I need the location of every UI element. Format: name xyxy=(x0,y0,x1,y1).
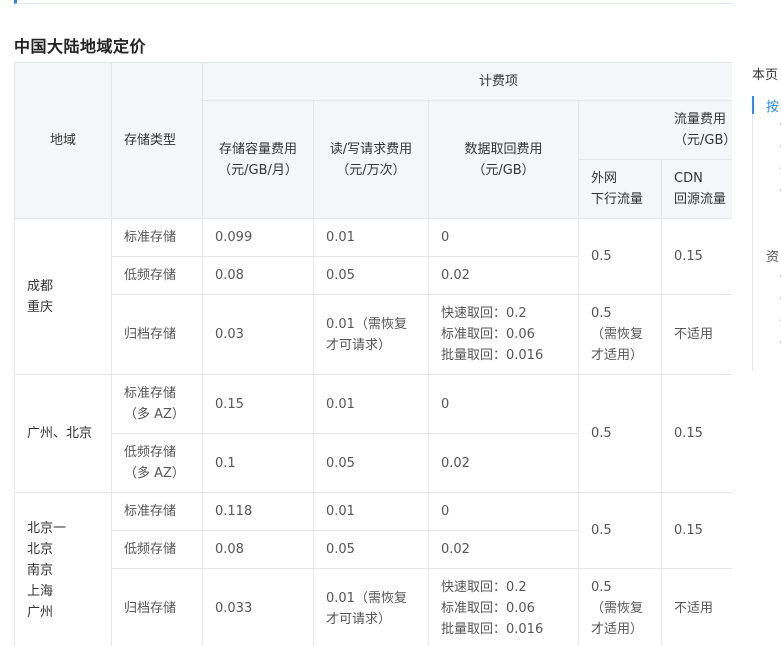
cell-request-fee: 0.05 xyxy=(313,256,429,295)
header-cdn-origin: CDN 回源流量 xyxy=(660,159,732,219)
cell-capacity-fee: 0.1 xyxy=(202,433,314,493)
cell-capacity-fee: 0.099 xyxy=(202,218,314,257)
header-storage-type: 存储类型 xyxy=(111,62,203,219)
info-note-bottom-edge xyxy=(14,0,732,4)
cell-request-fee: 0.01 xyxy=(313,492,429,531)
header-internet-out: 外网 下行流量 xyxy=(578,159,662,219)
cell-retrieval-fee: 快速取回：0.2 标准取回：0.06 批量取回：0.016 xyxy=(428,294,579,375)
cell-capacity-fee: 0.08 xyxy=(202,530,314,569)
cell-retrieval-fee: 0 xyxy=(428,492,579,531)
cell-request-fee: 0.01（需恢复 才可请求） xyxy=(313,568,429,646)
header-request-fee: 读/写请求费用 （元/万次） xyxy=(313,100,429,219)
cell-request-fee: 0.05 xyxy=(313,530,429,569)
cell-request-fee: 0.01 xyxy=(313,374,429,434)
cell-retrieval-fee: 0 xyxy=(428,218,579,257)
cell-retrieval-fee: 0.02 xyxy=(428,256,579,295)
cell-retrieval-fee: 0.02 xyxy=(428,433,579,493)
cell-retrieval-fee: 0.02 xyxy=(428,530,579,569)
cell-internet-out: 0.5 xyxy=(578,218,662,295)
cell-storage-type: 低频存储 xyxy=(111,530,203,569)
cell-storage-type: 低频存储 （多 AZ） xyxy=(111,433,203,493)
pricing-table-container[interactable]: 地域 存储类型 计费项 存储容量费用 （元/GB/月） 读/写请求费用 （元/万… xyxy=(14,62,732,646)
cell-internet-out: 0.5 xyxy=(578,492,662,569)
cell-request-fee: 0.05 xyxy=(313,433,429,493)
toc-item-active[interactable]: 按 xyxy=(766,96,779,115)
header-billing-items: 计费项 xyxy=(201,62,732,101)
cell-cdn-origin: 0.15 xyxy=(660,218,732,295)
cell-request-fee: 0.01（需恢复 才可请求） xyxy=(313,294,429,375)
header-traffic-fee: 流量费用 （元/GB） xyxy=(577,100,732,160)
cell-capacity-fee: 0.08 xyxy=(202,256,314,295)
cell-retrieval-fee: 0 xyxy=(428,374,579,434)
cell-storage-type: 标准存储 （多 AZ） xyxy=(111,374,203,434)
toc-active-indicator xyxy=(752,96,754,114)
header-retrieval-fee: 数据取回费用 （元/GB） xyxy=(428,100,579,219)
cell-storage-type: 归档存储 xyxy=(111,568,203,646)
cell-capacity-fee: 0.033 xyxy=(202,568,314,646)
toc-item[interactable]: 资 xyxy=(766,246,779,265)
cell-cdn-origin: 0.15 xyxy=(660,492,732,569)
cell-storage-type: 归档存储 xyxy=(111,294,203,375)
cell-internet-out: 0.5 （需恢复 才适用） xyxy=(578,568,662,646)
section-title: 中国大陆地域定价 xyxy=(14,37,147,56)
toc-title: 本页 xyxy=(752,68,779,83)
page-toc: 本页 按 · · · · 资 · · · · xyxy=(752,64,781,374)
toc-list: 按 · · · · 资 · · · · xyxy=(752,96,781,371)
table-row: 归档存储 0.033 0.01（需恢复 才可请求） 快速取回：0.2 标准取回：… xyxy=(15,568,732,646)
cell-storage-type: 标准存储 xyxy=(111,492,203,531)
cell-internet-out: 0.5 （需恢复 才适用） xyxy=(578,294,662,375)
cell-region: 北京一 北京 南京 上海 广州 xyxy=(14,492,112,646)
cell-region: 成都 重庆 xyxy=(14,218,112,375)
cell-cdn-origin: 不适用 xyxy=(660,568,732,646)
header-region: 地域 xyxy=(14,62,112,219)
cell-region: 广州、北京 xyxy=(14,374,112,493)
cell-capacity-fee: 0.15 xyxy=(202,374,314,434)
cell-internet-out: 0.5 xyxy=(578,374,662,493)
cell-request-fee: 0.01 xyxy=(313,218,429,257)
table-row: 归档存储 0.03 0.01（需恢复 才可请求） 快速取回：0.2 标准取回：0… xyxy=(15,294,732,375)
cell-storage-type: 标准存储 xyxy=(111,218,203,257)
pricing-table: 地域 存储类型 计费项 存储容量费用 （元/GB/月） 读/写请求费用 （元/万… xyxy=(14,62,732,646)
table-row: 成都 重庆 标准存储 0.099 0.01 0 0.5 0.15 xyxy=(14,218,732,375)
cell-capacity-fee: 0.118 xyxy=(202,492,314,531)
cell-storage-type: 低频存储 xyxy=(111,256,203,295)
table-row: 广州、北京 标准存储 （多 AZ） 0.15 0.01 0 0.5 0.15 xyxy=(14,374,732,493)
table-row: 北京一 北京 南京 上海 广州 标准存储 0.118 0.01 0 0.5 0.… xyxy=(14,492,732,646)
cell-cdn-origin: 不适用 xyxy=(660,294,732,375)
cell-retrieval-fee: 快速取回：0.2 标准取回：0.06 批量取回：0.016 xyxy=(428,568,579,646)
header-capacity-fee: 存储容量费用 （元/GB/月） xyxy=(202,100,314,219)
cell-capacity-fee: 0.03 xyxy=(202,294,314,375)
cell-cdn-origin: 0.15 xyxy=(660,374,732,493)
